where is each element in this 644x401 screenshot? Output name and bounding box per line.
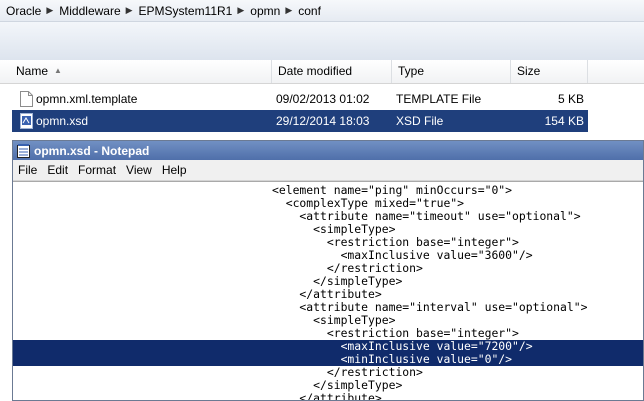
column-header: Name ▲ Date modified Type Size: [0, 60, 644, 84]
menu-format[interactable]: Format: [78, 163, 116, 177]
notepad-icon: [17, 143, 30, 158]
breadcrumb-item-oracle[interactable]: Oracle: [6, 4, 41, 18]
menu-help[interactable]: Help: [162, 163, 187, 177]
menu-view[interactable]: View: [126, 163, 152, 177]
file-size: 5 KB: [557, 92, 584, 106]
file-date: 09/02/2013 01:02: [276, 92, 370, 106]
column-date-header[interactable]: Date modified: [272, 60, 392, 83]
breadcrumb-item-middleware[interactable]: Middleware: [59, 4, 120, 18]
chevron-right-icon[interactable]: ▶: [126, 5, 133, 16]
file-date: 29/12/2014 18:03: [276, 114, 370, 128]
file-type: XSD File: [396, 114, 444, 128]
column-type-header[interactable]: Type: [392, 60, 511, 83]
breadcrumb-item-opmn[interactable]: opmn: [250, 4, 280, 18]
menu-file[interactable]: File: [18, 163, 37, 177]
chevron-right-icon[interactable]: ▶: [285, 5, 292, 16]
menu-edit[interactable]: Edit: [47, 163, 68, 177]
column-name-header[interactable]: Name ▲: [0, 60, 272, 83]
notepad-titlebar[interactable]: opmn.xsd - Notepad: [13, 141, 643, 160]
menu-bar: File Edit Format View Help: [13, 160, 643, 181]
file-row-selected[interactable]: opmn.xsd 29/12/2014 18:03 XSD File 154 K…: [12, 110, 588, 132]
file-row[interactable]: opmn.xml.template 09/02/2013 01:02 TEMPL…: [12, 88, 588, 110]
file-name: opmn.xml.template: [36, 92, 138, 106]
sort-up-icon: ▲: [54, 66, 62, 75]
code-line: </attribute>: [272, 391, 382, 401]
document-icon: [20, 91, 33, 107]
breadcrumb-item-epmsystem[interactable]: EPMSystem11R1: [139, 4, 233, 18]
window-title: opmn.xsd - Notepad: [34, 143, 150, 158]
text-editor[interactable]: <element name="ping" minOccurs="0"> <com…: [13, 181, 643, 400]
file-size: 154 KB: [544, 114, 584, 128]
breadcrumb-item-conf[interactable]: conf: [298, 4, 321, 18]
breadcrumb: Oracle ▶ Middleware ▶ EPMSystem11R1 ▶ op…: [0, 0, 644, 22]
column-size-header[interactable]: Size: [511, 60, 588, 83]
chevron-right-icon[interactable]: ▶: [46, 5, 53, 16]
file-list: Name ▲ Date modified Type Size opmn.xml.t…: [0, 60, 644, 140]
xsd-file-icon: [20, 113, 33, 129]
file-type: TEMPLATE File: [396, 92, 482, 106]
chevron-right-icon[interactable]: ▶: [237, 5, 244, 16]
notepad-window: opmn.xsd - Notepad File Edit Format View…: [12, 140, 644, 401]
explorer-toolbar: [0, 22, 644, 61]
file-name: opmn.xsd: [36, 114, 89, 128]
